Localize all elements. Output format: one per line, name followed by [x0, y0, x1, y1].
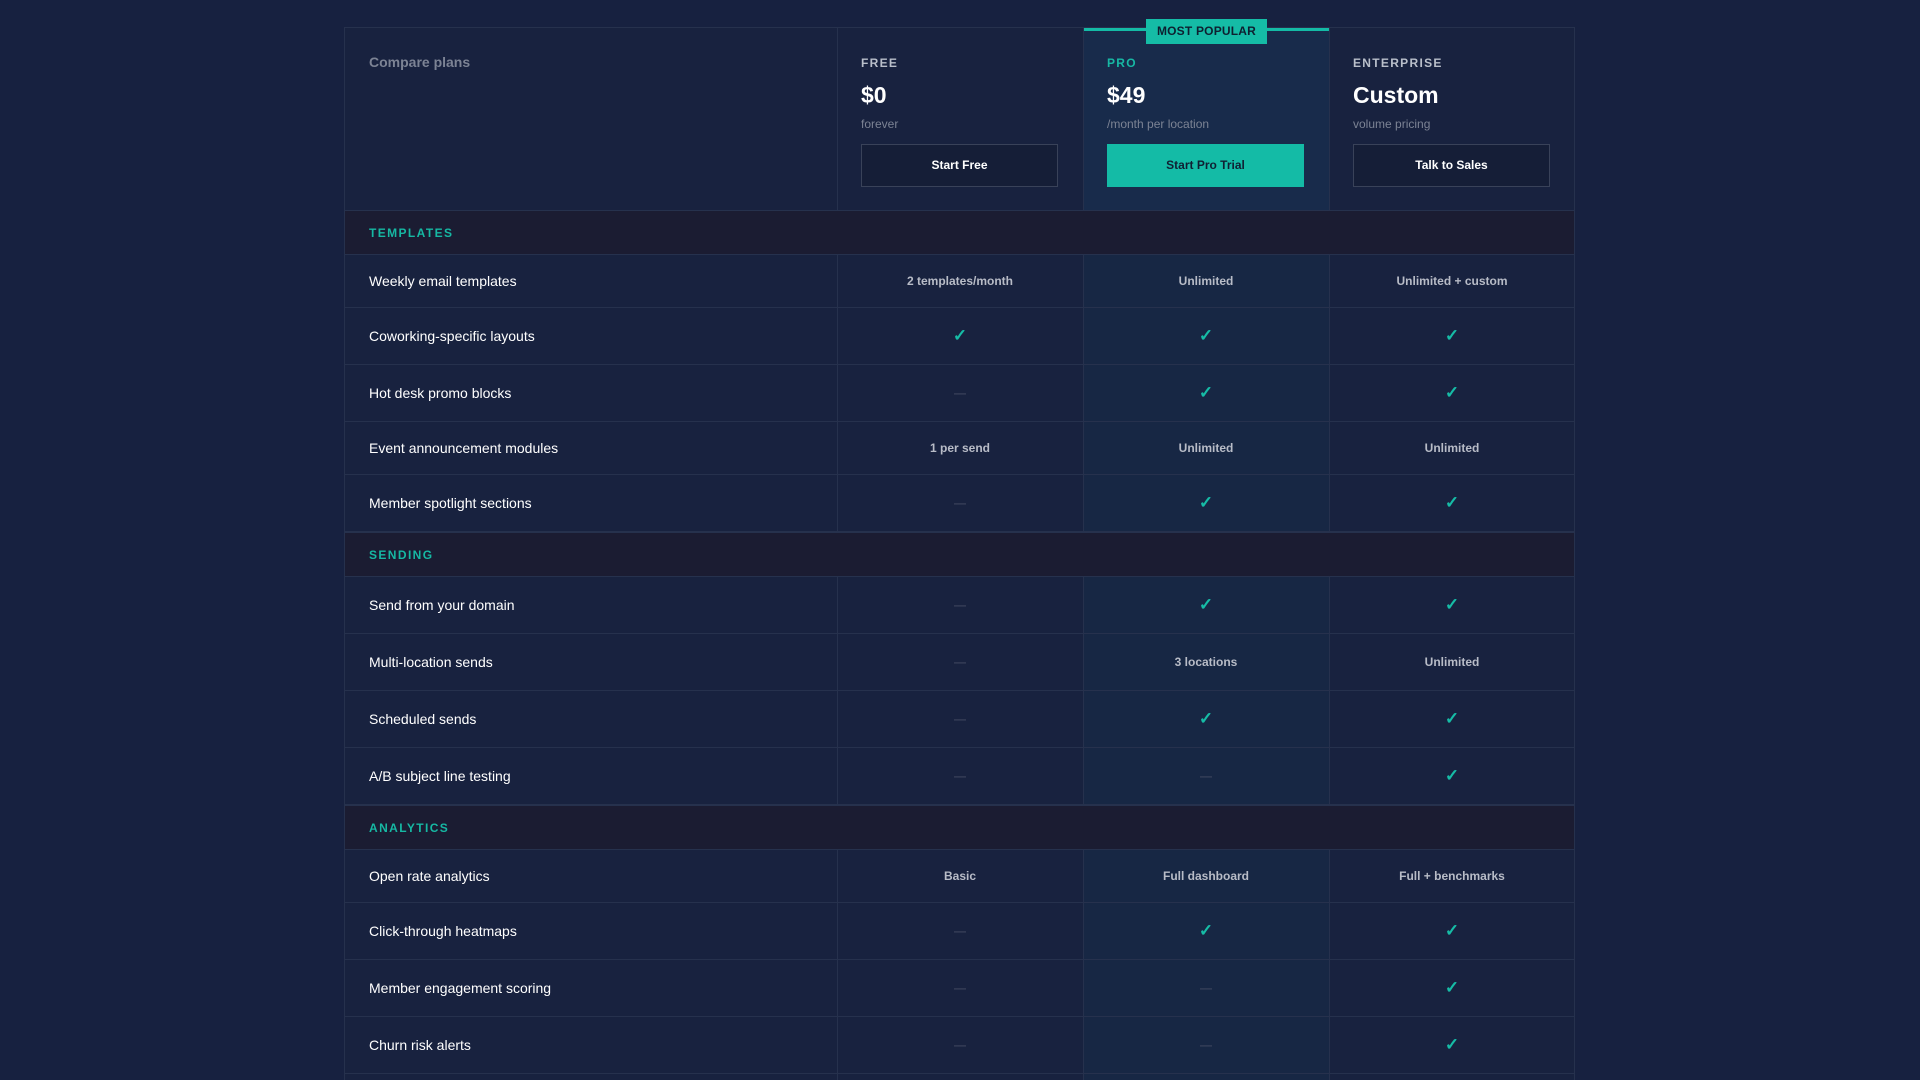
- plan-name: PRO: [1107, 56, 1137, 70]
- feature-row: Event announcement modules 1 per send Unli…: [345, 422, 1574, 475]
- plan-header-pro: PRO $49 /month per location Start Pro Tr…: [1083, 28, 1329, 210]
- free-cell: 1 per send: [929, 441, 991, 455]
- plan-price: Custom: [1353, 82, 1439, 108]
- feature-row: Hot desk promo blocks — ✓ ✓: [345, 365, 1574, 422]
- feature-name: Member spotlight sections: [369, 495, 532, 511]
- check-icon: ✓: [952, 326, 968, 345]
- feature-row: Member spotlight sections — ✓ ✓: [345, 475, 1574, 532]
- check-icon: ✓: [1198, 493, 1214, 512]
- not-included-dash: —: [954, 386, 966, 400]
- feature-row: Multi-location sends — 3 locations Unlimite…: [345, 634, 1574, 691]
- section-header-templates: TEMPLATES: [345, 210, 1574, 255]
- plan-header-free: FREE $0 forever Start Free: [837, 28, 1083, 210]
- feature-name: Hot desk promo blocks: [369, 385, 512, 401]
- feature-name: Scheduled sends: [369, 711, 477, 727]
- feature-name: Coworking-specific layouts: [369, 328, 535, 344]
- check-icon: ✓: [1198, 326, 1214, 345]
- feature-name: A/B subject line testing: [369, 768, 511, 784]
- section-header-sending: SENDING: [345, 532, 1574, 577]
- enterprise-cell: Unlimited: [1424, 655, 1480, 669]
- check-icon: ✓: [1444, 493, 1460, 512]
- feature-name: Weekly email templates: [369, 273, 517, 289]
- check-icon: ✓: [1198, 709, 1214, 728]
- check-icon: ✓: [1444, 595, 1460, 614]
- enterprise-cell: Unlimited: [1424, 441, 1480, 455]
- feature-row: Open rate analytics Basic Full dashboard Fu…: [345, 850, 1574, 903]
- compare-plans-title: Compare plans: [369, 54, 471, 70]
- enterprise-cell: Unlimited + custom: [1396, 274, 1508, 288]
- feature-row: Send from your domain — ✓ ✓: [345, 577, 1574, 634]
- not-included-dash: —: [954, 981, 966, 995]
- not-included-dash: —: [1200, 981, 1212, 995]
- check-icon: ✓: [1444, 709, 1460, 728]
- plan-name: ENTERPRISE: [1353, 56, 1443, 70]
- feature-name: Member engagement scoring: [369, 980, 552, 996]
- not-included-dash: —: [954, 655, 966, 669]
- feature-name: Multi-location sends: [369, 654, 493, 670]
- plan-price: $0: [861, 82, 887, 108]
- feature-row: Scheduled sends — ✓ ✓: [345, 691, 1574, 748]
- enterprise-cell: Full + benchmarks: [1399, 869, 1505, 883]
- not-included-dash: —: [954, 924, 966, 938]
- pro-cell: Unlimited: [1178, 274, 1234, 288]
- feature-name: Event announcement modules: [369, 440, 559, 456]
- feature-row: Click-through heatmaps — ✓ ✓: [345, 903, 1574, 960]
- check-icon: ✓: [1198, 595, 1214, 614]
- check-icon: ✓: [1444, 978, 1460, 997]
- check-icon: ✓: [1444, 326, 1460, 345]
- feature-row: Churn risk alerts — — ✓: [345, 1017, 1574, 1074]
- feature-row: Weekly email templates 2 templates/month U…: [345, 255, 1574, 308]
- free-cell: 2 templates/month: [906, 274, 1014, 288]
- not-included-dash: —: [954, 1038, 966, 1052]
- plan-period: volume pricing: [1353, 117, 1431, 131]
- section-header-analytics: ANALYTICS: [345, 805, 1574, 850]
- section-title: SENDING: [369, 548, 434, 562]
- feature-name: Churn risk alerts: [369, 1037, 471, 1053]
- feature-name: Open rate analytics: [369, 868, 490, 884]
- check-icon: ✓: [1444, 383, 1460, 402]
- feature-name: Click-through heatmaps: [369, 923, 517, 939]
- feature-name: Send from your domain: [369, 597, 515, 613]
- start-pro-trial-button[interactable]: Start Pro Trial: [1107, 144, 1304, 187]
- not-included-dash: —: [1200, 769, 1212, 783]
- section-title: TEMPLATES: [369, 226, 454, 240]
- free-cell: Basic: [943, 869, 977, 883]
- not-included-dash: —: [954, 712, 966, 726]
- start-free-button[interactable]: Start Free: [861, 144, 1058, 187]
- pro-cell: 3 locations: [1174, 655, 1238, 669]
- check-icon: ✓: [1444, 766, 1460, 785]
- feature-row: Coworking-specific layouts ✓ ✓ ✓: [345, 308, 1574, 365]
- not-included-dash: —: [954, 769, 966, 783]
- section-title: ANALYTICS: [369, 821, 450, 835]
- feature-row: A/B subject line testing — — ✓: [345, 748, 1574, 805]
- plan-period: forever: [861, 117, 899, 131]
- check-icon: ✓: [1444, 1035, 1460, 1054]
- plan-price: $49: [1107, 82, 1146, 108]
- plan-name: FREE: [861, 56, 899, 70]
- check-icon: ✓: [1198, 383, 1214, 402]
- check-icon: ✓: [1198, 921, 1214, 940]
- plan-header-enterprise: ENTERPRISE Custom volume pricing Talk to…: [1329, 28, 1575, 210]
- pro-cell: Unlimited: [1178, 441, 1234, 455]
- pricing-page: MOST POPULAR Compare plans FREE $0 forev…: [0, 0, 1920, 1080]
- talk-to-sales-button[interactable]: Talk to Sales: [1353, 144, 1550, 187]
- check-icon: ✓: [1444, 921, 1460, 940]
- plan-comparison-table: MOST POPULAR Compare plans FREE $0 forev…: [344, 19, 1575, 1080]
- pro-cell: Full dashboard: [1162, 869, 1249, 883]
- not-included-dash: —: [1200, 1038, 1212, 1052]
- not-included-dash: —: [954, 496, 966, 510]
- not-included-dash: —: [954, 598, 966, 612]
- plan-period: /month per location: [1107, 117, 1210, 131]
- feature-row: Member engagement scoring — — ✓: [345, 960, 1574, 1017]
